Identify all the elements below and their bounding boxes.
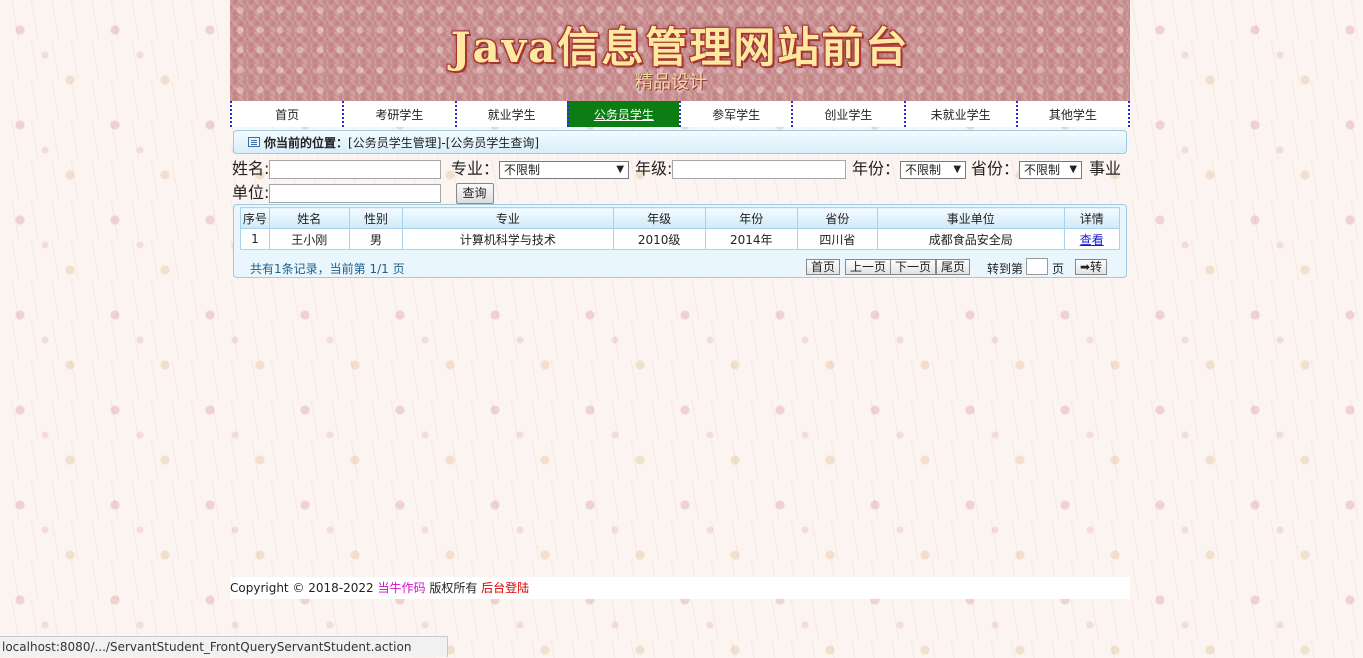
col-header-province: 省份: [796, 207, 878, 229]
cell-unit: 成都食品安全局: [876, 228, 1065, 250]
name-input[interactable]: [269, 160, 442, 179]
table-row: 1 王小刚 男 计算机科学与技术 2010级 2014年 四川省 成都食品安全局…: [240, 228, 1121, 250]
first-page-button[interactable]: 首页: [806, 259, 841, 275]
goto-page-input[interactable]: [1026, 258, 1048, 275]
prev-page-button[interactable]: 上一页: [845, 259, 892, 275]
grade-input[interactable]: [672, 160, 847, 179]
province-select-value: 不限制: [1024, 162, 1061, 177]
list-icon: [248, 137, 260, 147]
year-select[interactable]: 不限制 ▼: [900, 160, 967, 179]
province-label: 省份：: [971, 159, 1020, 178]
site-title: Java信息管理网站前台: [450, 23, 910, 72]
col-header-unit: 事业单位: [876, 207, 1065, 229]
major-select-value: 不限制: [504, 162, 541, 177]
author-link[interactable]: 当牛作码: [378, 581, 426, 595]
cell-name: 王小刚: [268, 228, 350, 250]
footer: Copyright © 2018-2022 当牛作码 版权所有 后台登陆: [230, 577, 1130, 599]
copyright-text: Copyright © 2018-2022: [230, 581, 378, 595]
main-nav: 首页 考研学生 就业学生 公务员学生 参军学生 创业学生 未就业学生 其他学生: [230, 101, 1130, 127]
major-label: 专业：: [451, 159, 500, 178]
pager: 共有1条记录，当前第 1/1 页 首页 上一页 下一页 尾页 转到第 页 ➡转: [234, 258, 1128, 276]
location-bar: 你当前的位置：[公务员学生管理]-[公务员学生查询]: [233, 130, 1127, 154]
year-select-value: 不限制: [905, 162, 942, 177]
chevron-down-icon: ▼: [953, 163, 962, 175]
nav-item-unemployed[interactable]: 未就业学生: [903, 101, 1016, 127]
nav-item-employed[interactable]: 就业学生: [454, 101, 567, 127]
year-label: 年份：: [852, 159, 901, 178]
location-label: 你当前的位置：: [264, 136, 349, 150]
cell-province: 四川省: [796, 228, 878, 250]
last-page-button[interactable]: 尾页: [936, 259, 971, 275]
col-header-index: 序号: [240, 207, 270, 229]
next-page-button[interactable]: 下一页: [890, 259, 937, 275]
col-header-name: 姓名: [268, 207, 350, 229]
nav-item-home[interactable]: 首页: [230, 101, 342, 127]
results-panel: 序号 姓名 性别 专业 年级 年份 省份 事业单位 详情 1 王小刚 男 计算机…: [233, 204, 1127, 278]
unit-input[interactable]: [269, 184, 442, 203]
col-header-grade: 年级: [612, 207, 706, 229]
results-table: 序号 姓名 性别 专业 年级 年份 省份 事业单位 详情 1 王小刚 男 计算机…: [240, 207, 1121, 250]
cell-gender: 男: [348, 228, 404, 250]
cell-major: 计算机科学与技术: [402, 228, 614, 250]
province-select[interactable]: 不限制 ▼: [1019, 160, 1083, 179]
cell-detail: 查看: [1063, 228, 1121, 250]
query-button[interactable]: 查询: [455, 183, 494, 204]
location-path: [公务员学生管理]-[公务员学生查询]: [348, 136, 540, 150]
col-header-detail: 详情: [1063, 207, 1121, 229]
nav-item-entrepreneur[interactable]: 创业学生: [791, 101, 903, 127]
chevron-down-icon: ▼: [1069, 163, 1078, 175]
name-label: 姓名:: [232, 159, 270, 178]
col-header-major: 专业: [402, 207, 614, 229]
unit-label-line2: 单位:: [232, 183, 270, 202]
chevron-down-icon: ▼: [616, 163, 625, 175]
site-subtitle: 精品设计: [635, 72, 707, 93]
cell-grade: 2010级: [612, 228, 706, 250]
browser-status-bar: localhost:8080/.../ServantStudent_FrontQ…: [0, 636, 448, 657]
goto-button[interactable]: ➡转: [1075, 259, 1108, 275]
col-header-gender: 性别: [348, 207, 404, 229]
grade-label: 年级:: [635, 159, 673, 178]
unit-label-line1: 事业: [1089, 159, 1122, 178]
cell-year: 2014年: [704, 228, 798, 250]
col-header-year: 年份: [704, 207, 798, 229]
nav-item-civil-servant[interactable]: 公务员学生: [566, 101, 679, 127]
nav-item-postgraduate[interactable]: 考研学生: [342, 101, 454, 127]
view-detail-link[interactable]: 查看: [1080, 233, 1104, 247]
nav-item-other[interactable]: 其他学生: [1015, 101, 1130, 127]
goto-prefix: 转到第: [987, 262, 1024, 276]
cell-index: 1: [240, 228, 270, 250]
major-select[interactable]: 不限制 ▼: [499, 160, 630, 179]
rights-text: 版权所有: [425, 581, 482, 595]
nav-item-military[interactable]: 参军学生: [679, 101, 791, 127]
goto-suffix: 页: [1052, 262, 1065, 276]
header-banner: Java信息管理网站前台 精品设计: [230, 0, 1130, 101]
pager-info: 共有1条记录，当前第 1/1 页: [250, 262, 405, 276]
admin-login-link[interactable]: 后台登陆: [481, 581, 529, 595]
table-header-row: 序号 姓名 性别 专业 年级 年份 省份 事业单位 详情: [240, 207, 1121, 229]
